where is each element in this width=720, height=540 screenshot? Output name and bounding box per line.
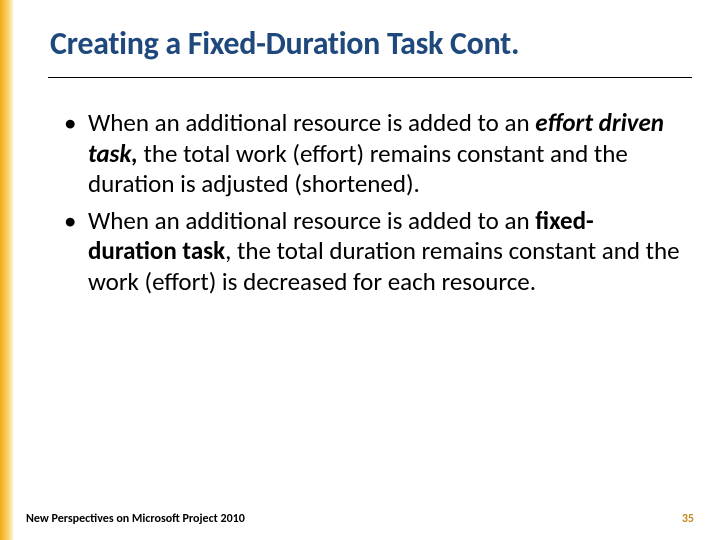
list-item: When an additional resource is added to … [70,206,680,298]
bullet-text-pre: When an additional resource is added to … [88,205,535,236]
bullet-text-post: the total work (effort) remains constant… [88,138,628,200]
bullet-list: When an additional resource is added to … [50,108,680,297]
slide-title: Creating a Fixed-Duration Task Cont. [50,24,680,67]
page-number: 35 [682,512,694,526]
list-item: When an additional resource is added to … [70,108,680,200]
slide-content: Creating a Fixed-Duration Task Cont. Whe… [0,0,720,297]
slide-footer: New Perspectives on Microsoft Project 20… [26,512,694,526]
footer-source: New Perspectives on Microsoft Project 20… [26,512,245,526]
accent-bar [0,0,14,540]
title-underline [48,77,692,78]
bullet-text-pre: When an additional resource is added to … [88,107,535,138]
